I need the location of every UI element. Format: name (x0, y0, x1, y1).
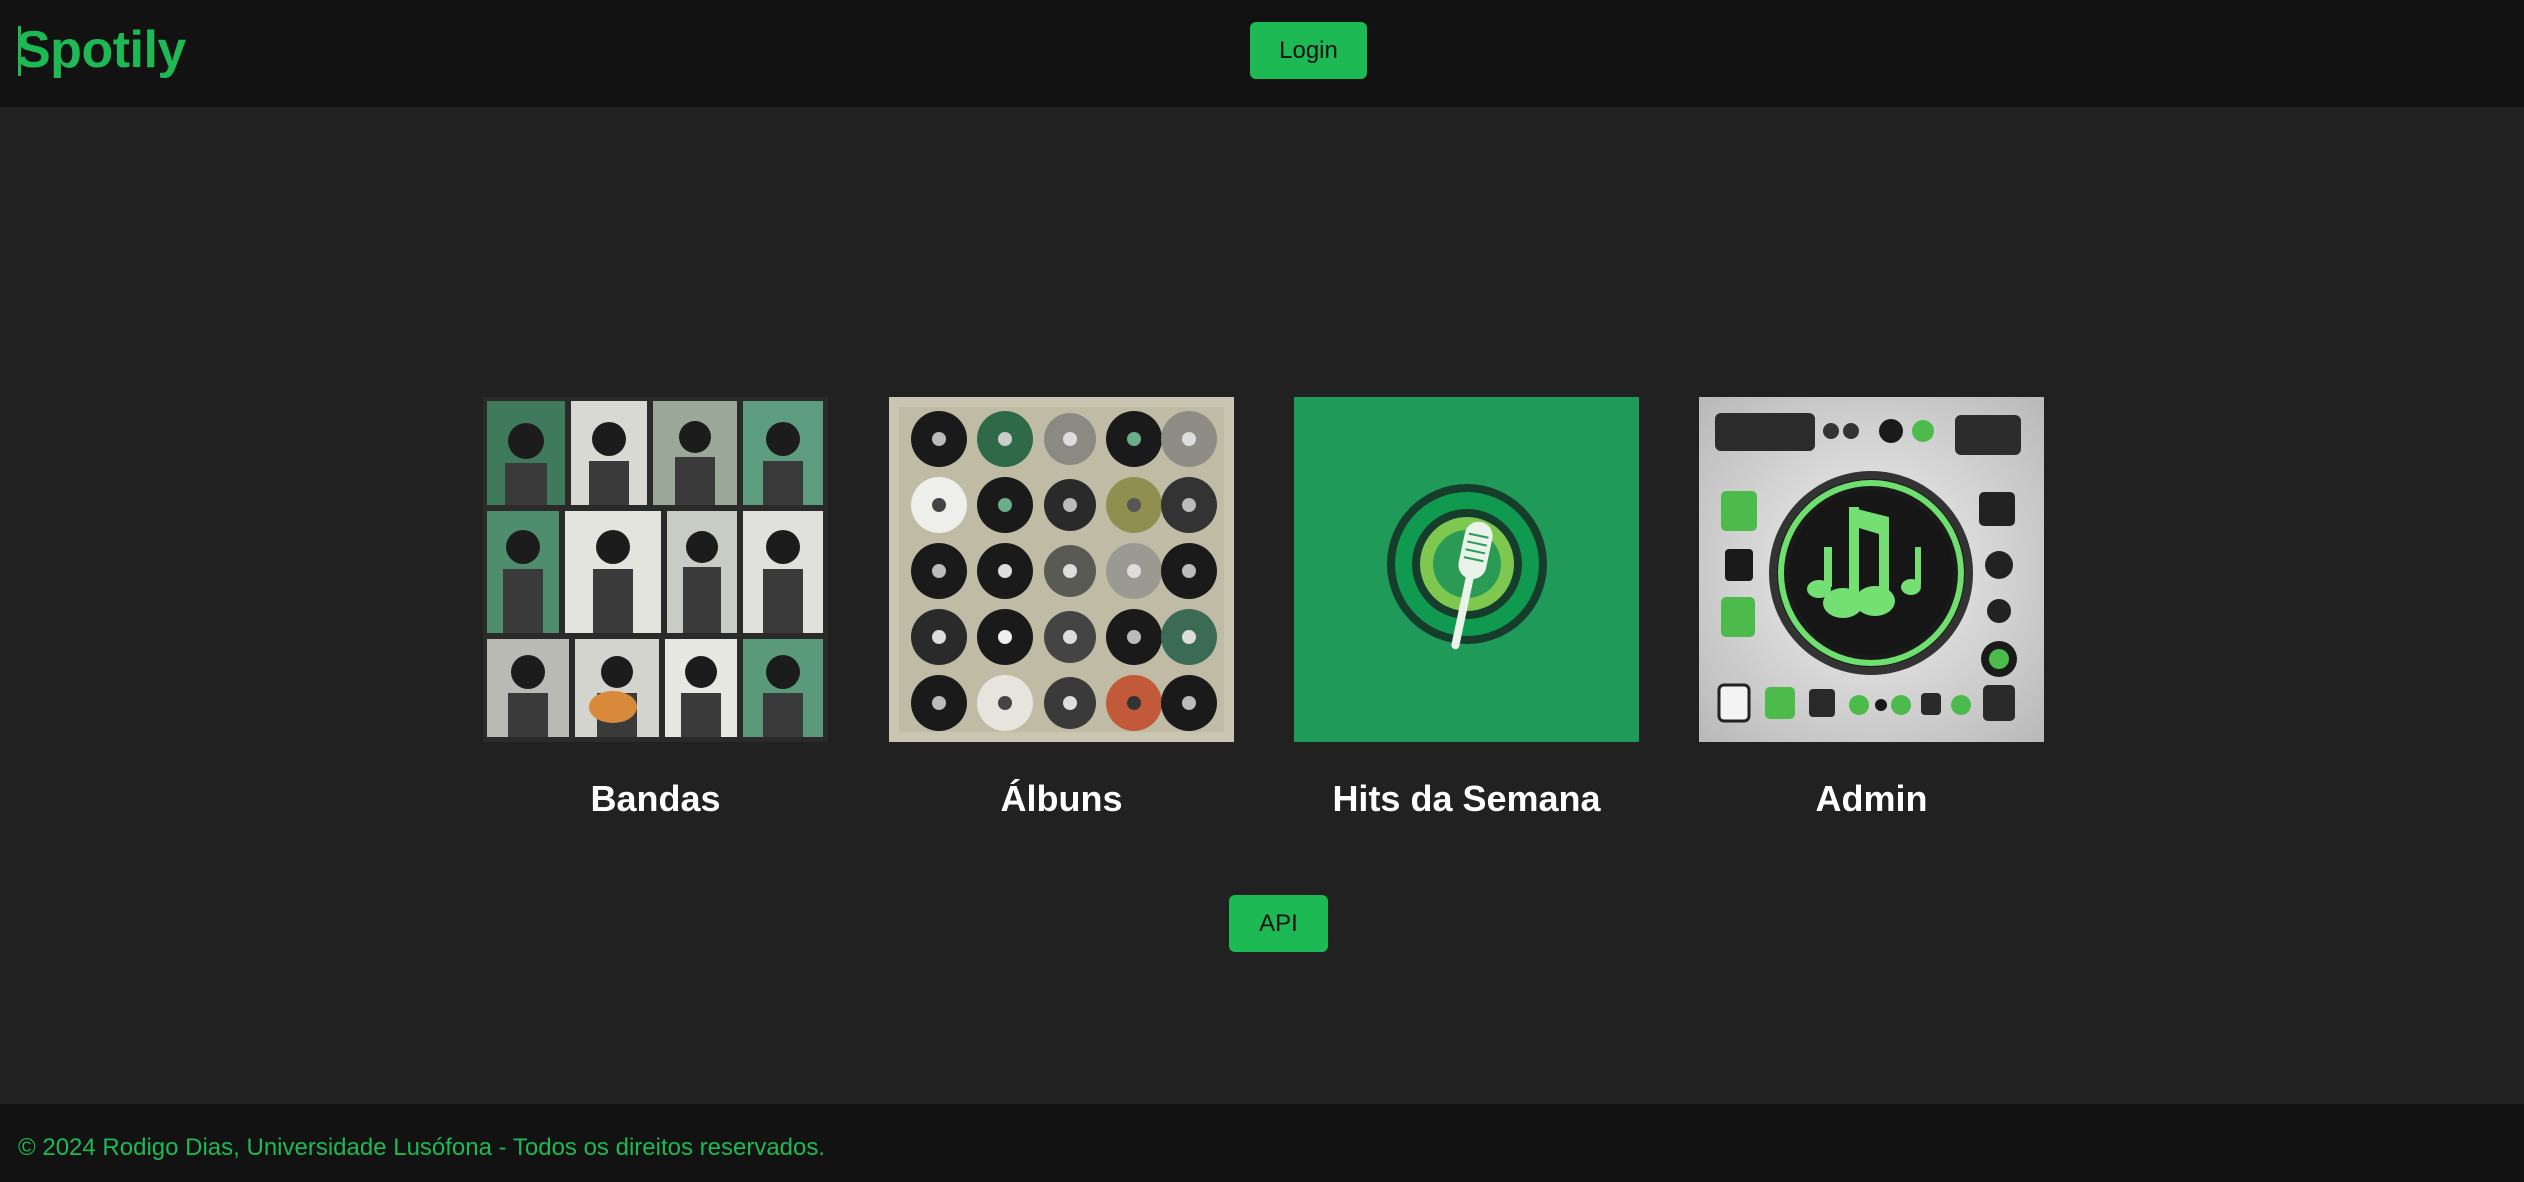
card-label[interactable]: Hits da Semana (1294, 778, 1639, 820)
footer: © 2024 Rodigo Dias, Universidade Lusófon… (0, 1104, 2524, 1182)
copyright-text: © 2024 Rodigo Dias, Universidade Lusófon… (18, 1134, 826, 1161)
top-header: Spotily Login (0, 0, 2524, 107)
card-label[interactable]: Álbuns (889, 778, 1234, 820)
microphone-logo[interactable] (1294, 397, 1639, 742)
bands-illustration[interactable] (483, 397, 828, 742)
vinyl-records-grid[interactable] (889, 397, 1234, 742)
card-label[interactable]: Admin (1699, 778, 2044, 820)
card-albuns[interactable]: Álbuns (889, 397, 1234, 820)
brand-logo[interactable]: Spotily (16, 18, 186, 82)
card-hits-da-semana[interactable]: Hits da Semana (1294, 397, 1639, 820)
music-note-control-panel[interactable] (1699, 397, 2044, 742)
api-button[interactable]: API (1229, 895, 1328, 952)
card-admin[interactable]: Admin (1699, 397, 2044, 820)
card-label[interactable]: Bandas (483, 778, 828, 820)
login-button[interactable]: Login (1250, 22, 1367, 79)
card-bandas[interactable]: Bandas (483, 397, 828, 820)
